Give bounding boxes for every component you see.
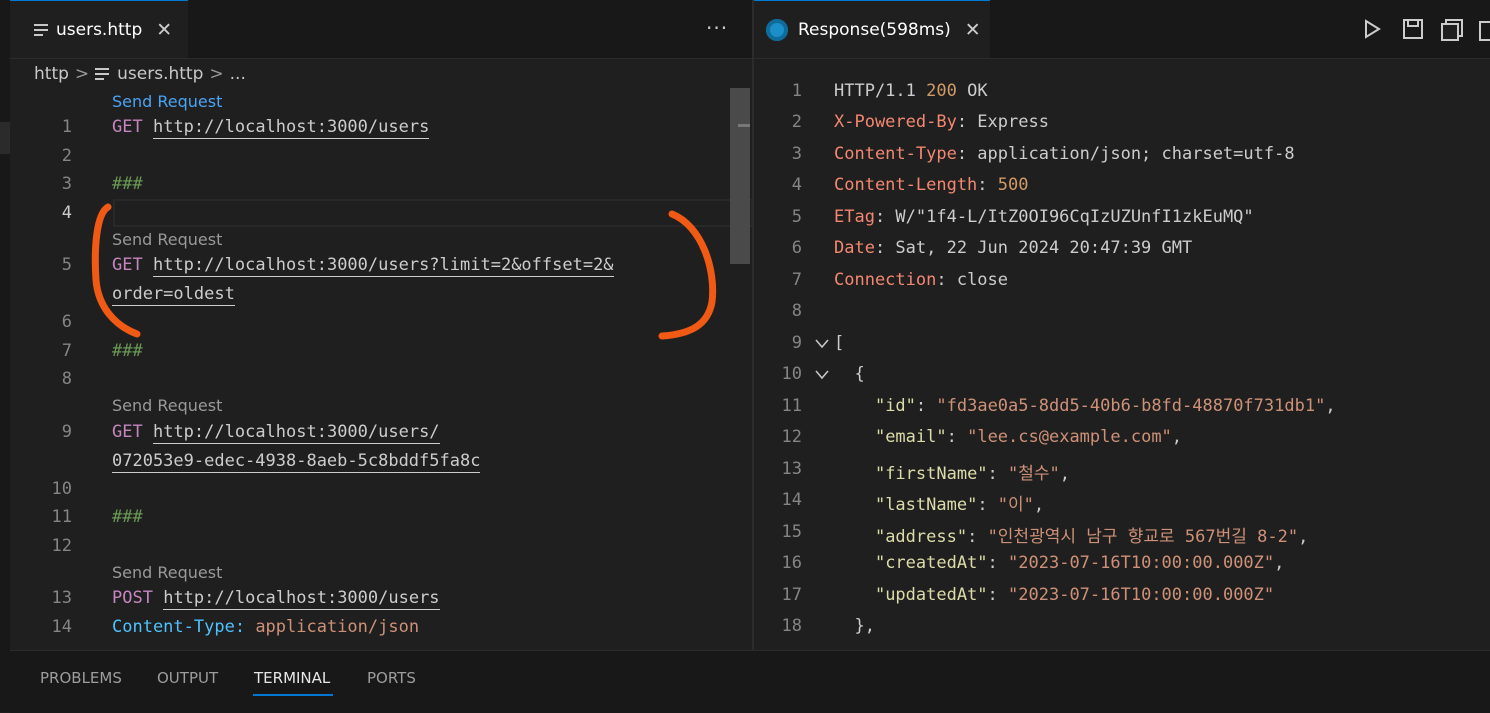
line-number: 14 xyxy=(781,490,802,510)
json-field: "email": "lee.cs@example.com", xyxy=(874,427,1183,447)
json-field: "id": "fd3ae0a5-8dd5-40b6-b8fd-48870f731… xyxy=(874,396,1336,416)
tab-response[interactable]: Response(598ms) ✕ xyxy=(754,0,990,58)
header-value: : close xyxy=(936,270,1009,290)
line-number: 7 xyxy=(791,270,802,290)
header-name: Date xyxy=(834,238,875,258)
response-header: Content-Type: application/json; charset=… xyxy=(834,144,1295,164)
json-value: "인천광역시 남구 향교로 567번길 8-2" xyxy=(987,527,1299,547)
json-value: "이" xyxy=(997,495,1034,515)
status-code: 200 xyxy=(926,81,957,101)
json-key: "updatedAt" xyxy=(874,585,988,605)
header-value: : Sat, 22 Jun 2024 20:47:39 GMT xyxy=(874,238,1193,258)
header-name: Connection xyxy=(834,270,937,290)
json-comma: , xyxy=(1171,427,1183,447)
json-key: "lastName" xyxy=(874,495,978,515)
json-key: "address" xyxy=(874,527,968,547)
json-value: "철수" xyxy=(1008,464,1060,484)
line-number: 9 xyxy=(791,333,802,353)
line-number: 18 xyxy=(781,616,802,636)
http-version: HTTP/1.1 xyxy=(834,81,927,101)
json-value: "2023-07-16T10:00:00.000Z" xyxy=(1008,585,1275,605)
line-number: 12 xyxy=(781,427,802,447)
json-key: "email" xyxy=(874,427,947,447)
rest-client-icon xyxy=(766,18,788,41)
json-key: "id" xyxy=(874,396,916,416)
right-bracket-stroke xyxy=(658,210,717,340)
json-field: "address": "인천광역시 남구 향교로 567번길 8-2", xyxy=(874,527,1309,547)
line-number: 16 xyxy=(781,553,802,573)
header-name: Content-Type xyxy=(834,144,957,164)
line-number: 3 xyxy=(791,144,802,164)
content-length-value: 500 xyxy=(997,175,1029,195)
json-field: "firstName": "철수", xyxy=(874,464,1071,484)
json-field: "lastName": "이", xyxy=(874,495,1045,515)
copy-icon[interactable] xyxy=(1478,18,1490,42)
header-value: : W/"1f4-L/ItZ0OI96CqIzUZUnfI1zkEuMQ" xyxy=(874,207,1254,227)
tab-ports[interactable]: PORTS xyxy=(367,669,416,687)
line-number: 10 xyxy=(781,364,802,384)
right-tab-bar: Response(598ms) ✕ xyxy=(754,0,1490,59)
line-number: 4 xyxy=(791,175,802,195)
fold-chevron-icon[interactable] xyxy=(814,337,830,351)
status-text: OK xyxy=(956,81,988,101)
json-brace: { xyxy=(834,364,865,384)
json-value: "2023-07-16T10:00:00.000Z" xyxy=(1008,553,1275,573)
json-value: "fd3ae0a5-8dd5-40b6-b8fd-48870f731db1" xyxy=(936,396,1326,416)
json-comma: , xyxy=(1274,553,1285,573)
line-number: 6 xyxy=(791,238,802,258)
header-value: : application/json; charset=utf-8 xyxy=(956,144,1295,164)
hand-drawn-bracket-annotation xyxy=(91,203,717,340)
header-name: X-Powered-By xyxy=(834,112,957,132)
line-number: 11 xyxy=(781,396,802,416)
header-value: : xyxy=(977,175,998,195)
play-icon[interactable] xyxy=(1362,18,1382,40)
line-number: 1 xyxy=(791,81,802,101)
json-key: "createdAt" xyxy=(874,553,988,573)
json-comma: , xyxy=(1033,495,1045,515)
left-bracket-stroke xyxy=(91,203,141,338)
json-brace: }, xyxy=(834,616,875,636)
tab-output[interactable]: OUTPUT xyxy=(157,669,218,687)
response-header: Date: Sat, 22 Jun 2024 20:47:39 GMT xyxy=(834,238,1192,258)
active-tab-indicator xyxy=(253,694,333,696)
header-name: Content-Length xyxy=(834,175,978,195)
header-value: : Express xyxy=(956,112,1049,132)
activity-edge xyxy=(0,0,10,712)
json-field: "updatedAt": "2023-07-16T10:00:00.000Z" xyxy=(874,585,1275,605)
json-comma: , xyxy=(1298,527,1309,547)
close-icon[interactable]: ✕ xyxy=(965,19,981,41)
line-number: 2 xyxy=(791,112,802,132)
response-header: Connection: close xyxy=(834,270,1008,290)
tab-terminal[interactable]: TERMINAL xyxy=(254,669,330,687)
json-bracket: [ xyxy=(834,333,845,353)
save-body-icon[interactable] xyxy=(1440,18,1464,42)
tab-problems[interactable]: PROBLEMS xyxy=(40,669,122,687)
line-number: 5 xyxy=(791,207,802,227)
json-field: "createdAt": "2023-07-16T10:00:00.000Z", xyxy=(874,553,1285,573)
header-name: ETag xyxy=(834,207,875,227)
tab-label: Response(598ms) xyxy=(798,19,951,40)
status-line: HTTP/1.1 200 OK xyxy=(834,81,988,101)
json-comma: , xyxy=(1325,396,1336,416)
response-header: X-Powered-By: Express xyxy=(834,112,1049,132)
line-number: 15 xyxy=(781,522,802,542)
fold-chevron-icon[interactable] xyxy=(814,368,830,382)
response-header: Content-Length: 500 xyxy=(834,175,1029,195)
line-number: 17 xyxy=(781,585,802,605)
json-value: "lee.cs@example.com" xyxy=(967,427,1172,447)
response-viewer: Response(598ms) ✕ 1 2 3 4 5 6 7 8 9 10 1… xyxy=(754,0,1490,650)
bottom-panel: PROBLEMS OUTPUT TERMINAL PORTS xyxy=(10,650,1490,713)
save-icon[interactable] xyxy=(1402,18,1424,40)
activity-edge-marker xyxy=(0,122,10,154)
line-number: 8 xyxy=(791,301,802,321)
response-header: ETag: W/"1f4-L/ItZ0OI96CqIzUZUnfI1zkEuMQ… xyxy=(834,207,1254,227)
json-key: "firstName" xyxy=(874,464,988,484)
line-number: 13 xyxy=(781,459,802,479)
request-editor: users.http ✕ ··· http > users.http > ...… xyxy=(10,0,752,650)
json-comma: , xyxy=(1059,464,1071,484)
